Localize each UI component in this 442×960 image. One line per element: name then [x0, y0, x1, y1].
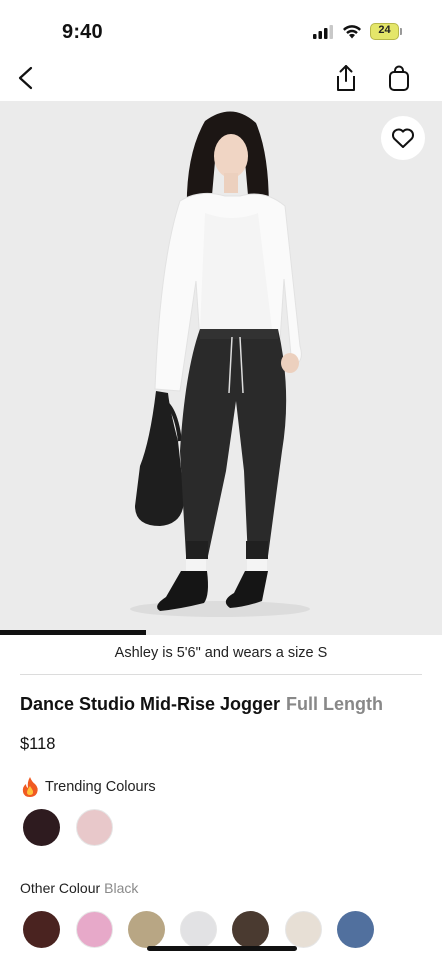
colour-swatch-4[interactable]: [180, 911, 217, 948]
product-image[interactable]: [0, 101, 442, 635]
wishlist-button[interactable]: [381, 116, 425, 160]
nav-bar: [0, 56, 442, 102]
shopping-bag-icon[interactable]: [387, 64, 411, 92]
trending-swatch-1[interactable]: [23, 809, 60, 846]
model-photo: [130, 111, 310, 617]
trending-swatch-2[interactable]: [76, 809, 113, 846]
status-time: 9:40: [62, 21, 103, 43]
chevron-left-icon[interactable]: [16, 66, 38, 90]
heart-icon: [391, 128, 415, 148]
colour-swatch-7[interactable]: [337, 911, 374, 948]
colour-swatch-1[interactable]: [23, 911, 60, 948]
signal-icon: [313, 25, 333, 39]
divider: [20, 674, 422, 675]
trending-colours-label: Trending Colours: [45, 779, 156, 795]
wifi-icon: [343, 25, 361, 39]
battery-level: 24: [378, 24, 391, 36]
product-name: Dance Studio Mid-Rise Jogger: [20, 694, 281, 714]
product-price: $118: [20, 735, 56, 753]
product-title: Dance Studio Mid-Rise Jogger Full Length: [20, 694, 383, 715]
gallery-progress: [0, 630, 442, 635]
battery-icon: 24: [370, 23, 402, 40]
other-colour-header: Other Colour Black: [20, 880, 138, 896]
colour-swatch-5[interactable]: [232, 911, 269, 948]
colour-swatch-6[interactable]: [285, 911, 322, 948]
fire-icon: [22, 777, 38, 797]
home-indicator: [147, 946, 297, 951]
model-size-note: Ashley is 5'6" and wears a size S: [114, 645, 328, 661]
colour-swatch-3[interactable]: [128, 911, 165, 948]
colour-swatch-2[interactable]: [76, 911, 113, 948]
other-colour-label: Other Colour: [20, 880, 101, 896]
selected-colour: Black: [104, 880, 139, 896]
product-length: Full Length: [286, 694, 384, 714]
trending-colours-header: Trending Colours: [20, 776, 156, 798]
share-icon[interactable]: [334, 64, 358, 92]
gallery-progress-fill: [0, 630, 146, 635]
status-bar: 9:40 24: [0, 0, 442, 56]
